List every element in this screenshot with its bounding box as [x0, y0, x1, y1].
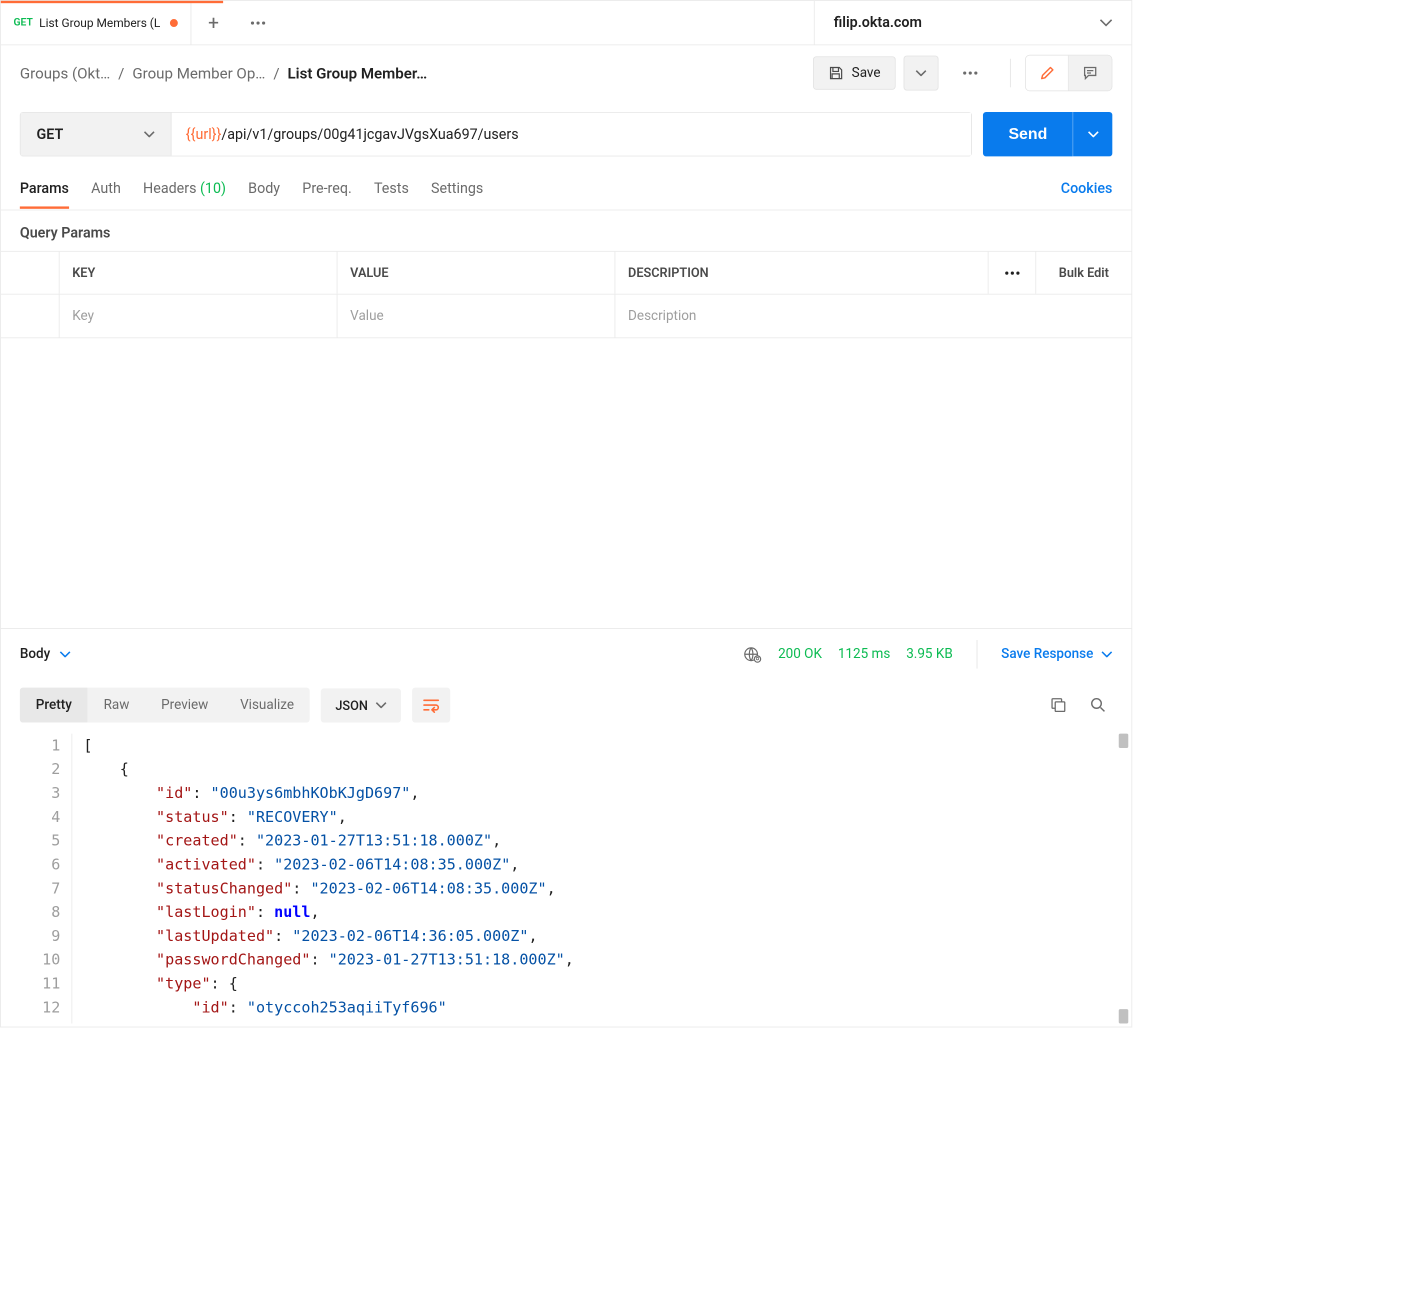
divider	[977, 640, 978, 669]
view-preview-button[interactable]: Preview	[145, 688, 224, 723]
tab-tests[interactable]: Tests	[374, 169, 409, 208]
tab-method: GET	[13, 17, 32, 29]
breadcrumb-item[interactable]: Groups (Okt…	[20, 64, 110, 82]
build-mode-button[interactable]	[1026, 56, 1069, 91]
wrap-lines-button[interactable]	[412, 688, 450, 723]
view-pretty-button[interactable]: Pretty	[20, 688, 88, 723]
unsaved-dot-icon	[170, 19, 178, 27]
col-checkbox-header	[1, 252, 60, 294]
breadcrumb-separator: /	[273, 64, 279, 82]
search-icon	[1089, 696, 1106, 713]
tab-settings[interactable]: Settings	[431, 169, 483, 208]
wrap-icon	[422, 697, 441, 713]
response-section-label: Body	[20, 646, 50, 662]
comment-mode-button[interactable]	[1069, 56, 1112, 91]
breadcrumb-separator: /	[118, 64, 124, 82]
add-tab-button[interactable]: +	[191, 1, 235, 45]
query-params-title: Query Params	[1, 210, 1132, 250]
param-key-input[interactable]: Key	[60, 295, 338, 338]
send-button[interactable]: Send	[983, 112, 1073, 156]
bulk-edit-button[interactable]: Bulk Edit	[1036, 252, 1131, 294]
breadcrumb-item[interactable]: Group Member Op…	[132, 64, 265, 82]
save-label: Save	[852, 65, 881, 81]
copy-icon	[1050, 696, 1067, 713]
cookies-link[interactable]: Cookies	[1061, 180, 1113, 197]
search-response-button[interactable]	[1084, 691, 1113, 720]
col-desc-header: DESCRIPTION	[615, 252, 988, 294]
tab-body[interactable]: Body	[248, 169, 280, 208]
environment-selector[interactable]: filip.okta.com	[814, 1, 1132, 45]
format-selector[interactable]: JSON	[321, 688, 401, 722]
request-tab[interactable]: GET List Group Members (L	[1, 1, 191, 45]
col-value-header: VALUE	[337, 252, 615, 294]
scrollbar-thumb[interactable]	[1119, 1009, 1129, 1023]
view-visualize-button[interactable]: Visualize	[224, 688, 310, 723]
chevron-down-icon	[376, 702, 387, 708]
tab-title: List Group Members (L	[39, 15, 160, 29]
send-dropdown-button[interactable]	[1073, 112, 1113, 156]
headers-count: (10)	[200, 180, 226, 197]
method-selector[interactable]: GET	[21, 113, 172, 156]
breadcrumb: Groups (Okt… / Group Member Op… / List G…	[20, 64, 807, 82]
response-toolbar: Pretty Raw Preview Visualize JSON	[1, 680, 1132, 731]
save-response-button[interactable]: Save Response	[1001, 646, 1112, 662]
response-status: 200 OK	[778, 646, 822, 662]
url-bar: GET {{url}}/api/v1/groups/00g41jcgavJVgs…	[20, 112, 972, 156]
copy-response-button[interactable]	[1044, 691, 1073, 720]
network-icon[interactable]	[743, 645, 762, 664]
view-raw-button[interactable]: Raw	[88, 688, 146, 723]
tab-overflow-button[interactable]	[236, 1, 280, 45]
scrollbar-thumb[interactable]	[1119, 734, 1129, 748]
pencil-icon	[1038, 64, 1055, 81]
method-label: GET	[37, 126, 64, 143]
url-row: GET {{url}}/api/v1/groups/00g41jcgavJVgs…	[1, 101, 1132, 168]
chevron-down-icon	[1101, 651, 1112, 657]
param-checkbox[interactable]	[1, 295, 60, 338]
tab-auth[interactable]: Auth	[91, 169, 121, 208]
chevron-down-icon	[60, 651, 71, 657]
response-body[interactable]: 123456789101112 [ { "id": "00u3ys6mbhKOb…	[1, 730, 1132, 1026]
request-subtabs: Params Auth Headers (10) Body Pre-req. T…	[1, 168, 1132, 211]
response-time: 1125 ms	[838, 646, 891, 662]
col-key-header: KEY	[60, 252, 338, 294]
code-content: [ { "id": "00u3ys6mbhKObKJgD697", "statu…	[72, 734, 1131, 1024]
line-gutter: 123456789101112	[1, 734, 72, 1024]
format-label: JSON	[335, 698, 368, 713]
breadcrumb-current: List Group Member…	[287, 64, 427, 82]
url-path: /api/v1/groups/00g41jcgavJVgsXua697/user…	[221, 126, 518, 143]
param-row-empty: Key Value Description	[1, 295, 1132, 338]
save-icon	[828, 65, 844, 81]
tab-headers[interactable]: Headers (10)	[143, 169, 226, 208]
tabs-row: GET List Group Members (L + filip.okta.c…	[1, 1, 1132, 45]
breadcrumb-row: Groups (Okt… / Group Member Op… / List G…	[1, 45, 1132, 101]
url-variable: {{url}}	[186, 126, 222, 143]
environment-name: filip.okta.com	[834, 14, 922, 31]
param-desc-input[interactable]: Description	[615, 295, 1131, 338]
url-input[interactable]: {{url}}/api/v1/groups/00g41jcgavJVgsXua6…	[172, 113, 972, 156]
response-section-selector[interactable]: Body	[20, 646, 71, 662]
save-response-label: Save Response	[1001, 646, 1093, 662]
mode-toggle	[1025, 55, 1112, 92]
params-table: KEY VALUE DESCRIPTION Bulk Edit Key Valu…	[1, 251, 1132, 338]
divider	[1010, 59, 1011, 88]
chevron-down-icon	[144, 131, 155, 137]
more-actions-button[interactable]	[953, 56, 988, 91]
save-dropdown-button[interactable]	[904, 56, 939, 91]
tab-headers-label: Headers	[143, 180, 196, 197]
param-value-input[interactable]: Value	[337, 295, 615, 338]
table-options-button[interactable]	[989, 252, 1037, 294]
response-header: Body 200 OK 1125 ms 3.95 KB Save Respons…	[1, 628, 1132, 680]
tab-params[interactable]: Params	[20, 169, 69, 208]
response-view-toggle: Pretty Raw Preview Visualize	[20, 688, 310, 723]
comment-icon	[1081, 64, 1098, 81]
tab-prereq[interactable]: Pre-req.	[302, 169, 351, 208]
save-button[interactable]: Save	[813, 56, 896, 89]
chevron-down-icon	[1100, 19, 1113, 27]
response-size: 3.95 KB	[906, 646, 953, 662]
